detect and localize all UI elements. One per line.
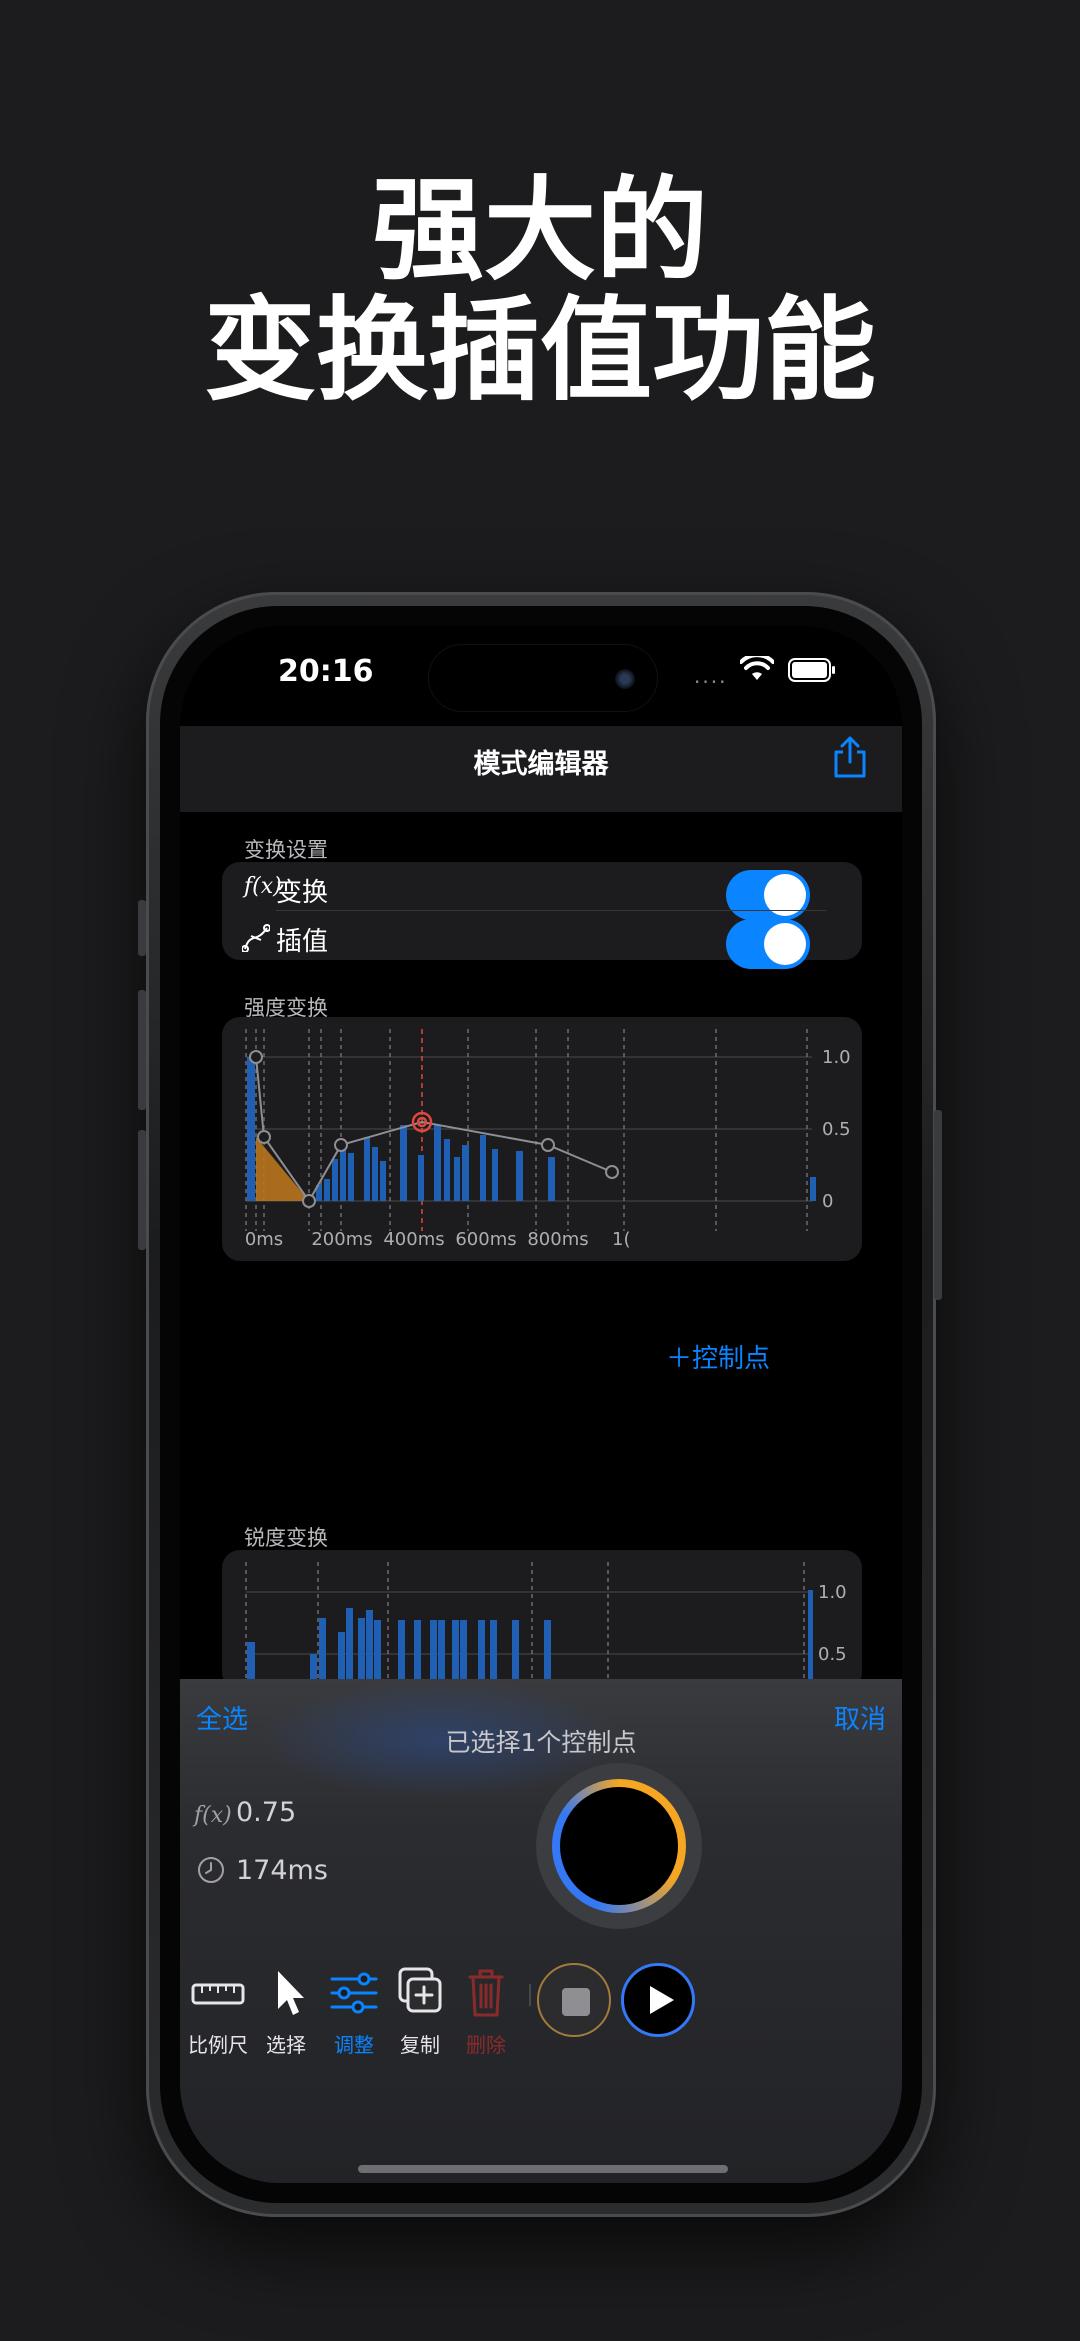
power-button xyxy=(934,1110,942,1300)
y-tick: 0.5 xyxy=(822,1119,851,1140)
function-icon: f(x) xyxy=(194,1803,232,1828)
row-divider xyxy=(276,910,826,911)
camera-icon xyxy=(615,669,635,689)
volume-up-button xyxy=(138,990,146,1110)
toggle-interpolation[interactable] xyxy=(726,919,810,969)
tool-label: 删除 xyxy=(466,2033,506,2057)
value-dial[interactable] xyxy=(536,1763,702,1929)
x-tick: 600ms xyxy=(455,1229,516,1250)
battery-icon xyxy=(788,658,835,682)
time-value[interactable]: 174ms xyxy=(236,1855,328,1886)
toolbar-separator xyxy=(529,1984,531,2006)
selection-info: 已选择1个控制点 xyxy=(445,1728,637,1757)
x-tick: 0ms xyxy=(245,1229,283,1250)
headline-line-2: 变换插值功能 xyxy=(204,286,876,416)
share-icon[interactable] xyxy=(830,734,870,780)
row-label-interpolation: 插值 xyxy=(276,927,329,957)
transform-settings-card: f(x) 变换 插值 xyxy=(222,862,862,969)
trash-icon xyxy=(468,1969,504,2017)
sharpness-chart-card[interactable]: 1.0 0.5 xyxy=(222,1550,862,1690)
phone-screen: 20:16 ···· 模式编辑器 变换设置 f(x) 变换 插值 强度变换 1.… xyxy=(180,626,902,2183)
status-time: 20:16 xyxy=(278,654,374,689)
x-tick: 200ms xyxy=(311,1229,372,1250)
toggle-transform[interactable] xyxy=(726,870,810,920)
nav-title: 模式编辑器 xyxy=(473,749,609,780)
control-point-sheet: 全选 取消 已选择1个控制点 f(x) 0.75 174ms 比例尺 选择 调整… xyxy=(180,1679,902,2183)
headline-line-1: 强大的 xyxy=(372,166,708,296)
clock-icon xyxy=(198,1857,224,1883)
section-label-transform-settings: 变换设置 xyxy=(244,838,328,862)
add-control-point-button[interactable]: ＋控制点 xyxy=(666,1338,770,1375)
intensity-chart[interactable]: 1.0 0.5 0 0ms 200ms 400ms 600ms 800ms 1( xyxy=(222,1017,862,1261)
y-tick: 0.5 xyxy=(818,1644,847,1665)
toggle-knob xyxy=(764,923,806,965)
x-tick: 400ms xyxy=(383,1229,444,1250)
wifi-icon xyxy=(740,656,774,680)
x-tick: 1( xyxy=(612,1229,630,1250)
volume-down-button xyxy=(138,1130,146,1250)
intensity-chart-card[interactable]: 1.0 0.5 0 0ms 200ms 400ms 600ms 800ms 1( xyxy=(222,1017,862,1261)
mute-switch xyxy=(138,900,146,956)
stop-button[interactable] xyxy=(537,1963,611,2037)
y-tick: 1.0 xyxy=(822,1047,851,1068)
x-tick: 800ms xyxy=(527,1229,588,1250)
stop-icon xyxy=(562,1988,590,2016)
dial-knob[interactable] xyxy=(556,1783,682,1909)
sharpness-chart[interactable]: 1.0 0.5 xyxy=(222,1550,862,1690)
tool-delete[interactable]: 删除 xyxy=(446,1963,526,2058)
play-button[interactable] xyxy=(621,1963,695,2037)
row-label-transform: 变换 xyxy=(276,878,329,908)
section-label-sharpness: 锐度变换 xyxy=(244,1526,328,1550)
cellular-signal-icon: ···· xyxy=(694,670,728,694)
y-tick: 1.0 xyxy=(818,1582,847,1603)
curve-icon xyxy=(242,924,270,952)
home-indicator xyxy=(358,2165,728,2173)
dynamic-island xyxy=(428,644,658,712)
y-tick: 0 xyxy=(822,1191,833,1212)
play-icon xyxy=(650,1986,674,2014)
intensity-value[interactable]: 0.75 xyxy=(236,1797,296,1828)
